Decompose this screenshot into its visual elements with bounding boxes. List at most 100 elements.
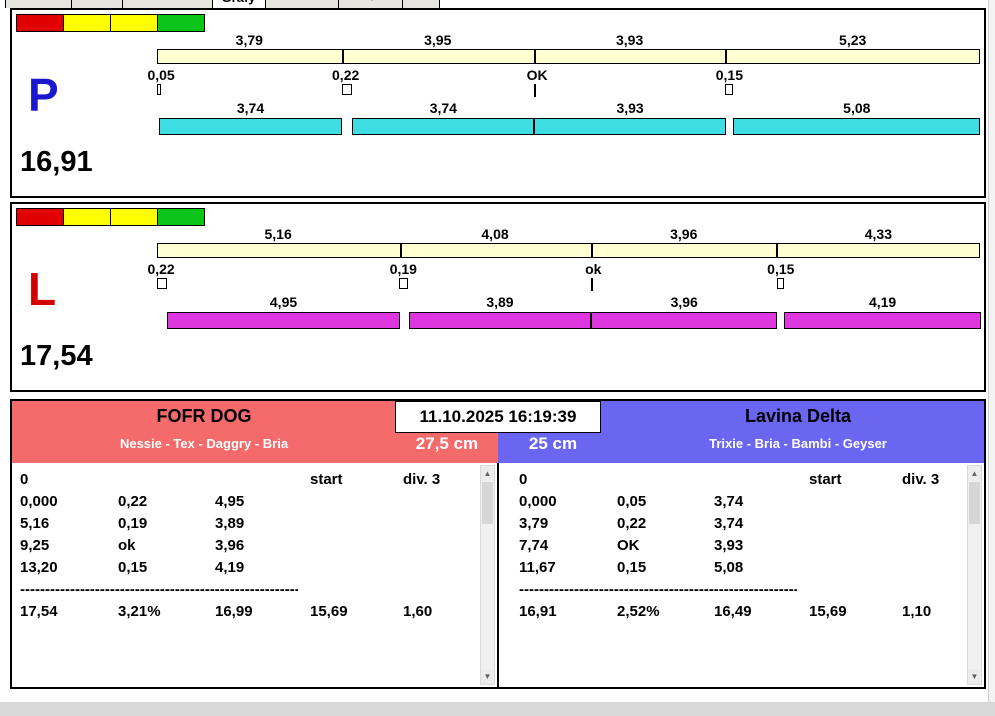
change-time-label: 0,15: [767, 261, 795, 277]
change-labels-row: 0,22 0,19 ok 0,15: [147, 261, 980, 277]
results-section: FOFR DOG Nessie - Tex - Daggry - Bria 27…: [10, 399, 986, 689]
split-time-label: 5,23: [839, 32, 867, 48]
dog-labels-row: 3,74 3,74 3,93 5,08: [157, 100, 980, 116]
window-right-edge: [988, 0, 995, 702]
dog-bar: [157, 312, 981, 329]
dog-time-label: 3,89: [486, 294, 514, 310]
split-time-label: 3,96: [670, 226, 698, 242]
dog-time-label: 3,93: [616, 100, 644, 116]
split-labels-row: 5,16 4,08 3,96 4,33: [157, 226, 980, 242]
tab-rozbeh[interactable]: Rozbeh: [5, 0, 72, 8]
dog-bar-segment: [352, 118, 535, 135]
table-cell: 13,20: [20, 559, 58, 576]
results-grid-right: 0 start div. 3 0,000 0,05 3,74 3,79 0,22 3,74 7,7…: [519, 471, 982, 625]
table-cell: 0: [20, 471, 29, 488]
table-cell: [714, 471, 809, 493]
table-cell: 0,15: [617, 559, 647, 576]
team-right-members: Trixie - Bria - Bambi - Geyser: [709, 436, 887, 451]
status-chip: [157, 208, 205, 226]
table-cell: [403, 537, 483, 559]
bar-tick: [590, 243, 593, 258]
total-bar: [157, 243, 980, 258]
dog-bar-segment: [408, 312, 592, 329]
dog-bar-segment: [167, 312, 400, 329]
tab-druzstva[interactable]: Druzstva: [264, 0, 340, 8]
table-cell: 3,74: [714, 515, 744, 532]
status-strip: [16, 14, 205, 32]
scroll-up-icon[interactable]: ▲: [968, 466, 981, 481]
table-cell: OK: [617, 537, 640, 554]
lane-panel-l: L 5,16 4,08 3,96 4,33 0,22 0,19 ok 0,15 4,95 3,…: [10, 202, 986, 392]
table-cell: 1,60: [403, 603, 433, 620]
team-left-jump-height: 27,5 cm: [415, 434, 479, 453]
table-cell: [215, 471, 310, 493]
team-right-name: Lavina Delta: [744, 406, 852, 426]
table-cell: 0,22: [617, 515, 647, 532]
change-time-label: OK: [526, 67, 548, 83]
split-time-label: 3,95: [424, 32, 452, 48]
change-time-label: 0,05: [147, 67, 175, 83]
split-time-label: 3,79: [235, 32, 263, 48]
change-time-label: 0,19: [389, 261, 417, 277]
tab-kombi-graf[interactable]: Kombi Graf: [121, 0, 213, 8]
window-bottom-edge: [0, 702, 995, 716]
dog-time-label: 3,96: [670, 294, 698, 310]
change-time-label: 0,22: [332, 67, 360, 83]
tab-de[interactable]: DE: [401, 0, 440, 8]
table-cell: [403, 493, 483, 515]
split-time-label: 4,08: [481, 226, 509, 242]
status-chip: [63, 14, 111, 32]
bar-tick: [399, 243, 402, 258]
table-cell: 16,91: [519, 603, 557, 620]
status-chip: [16, 208, 64, 226]
table-cell: 5,08: [714, 559, 744, 576]
status-chip: [157, 14, 205, 32]
change-markers-row: [157, 84, 980, 98]
table-cell: 11,67: [519, 559, 556, 576]
lane-total: 16,91: [20, 146, 93, 178]
results-panel-left: 0 start div. 3 0,000 0,22 4,95 5,16 0,19 3,89 9,2…: [12, 463, 499, 687]
scroll-down-icon[interactable]: ▼: [968, 669, 981, 684]
ok-marker: [533, 84, 536, 97]
results-panel-right: 0 start div. 3 0,000 0,05 3,74 3,79 0,22 3,74 7,7…: [501, 463, 984, 687]
table-cell: 0,000: [519, 493, 557, 510]
bar-tick: [534, 49, 536, 64]
table-cell: 2,52%: [617, 603, 660, 620]
scroll-thumb[interactable]: [482, 482, 493, 524]
bar-tick: [724, 49, 727, 64]
change-marker: [776, 278, 784, 289]
table-cell: 3,93: [714, 537, 744, 554]
table-cell: [809, 537, 902, 559]
scroll-down-icon[interactable]: ▼: [481, 669, 494, 684]
table-cell: ok: [118, 537, 136, 554]
tab-cidla[interactable]: Cidla: [70, 0, 123, 8]
change-labels-row: 0,05 0,22 OK 0,15: [147, 67, 980, 83]
status-strip: [16, 208, 205, 226]
tab-rr-34[interactable]: RR / 34: [338, 0, 403, 8]
results-tables: 0 start div. 3 0,000 0,22 4,95 5,16 0,19 3,89 9,2…: [12, 463, 984, 687]
teams-header: FOFR DOG Nessie - Tex - Daggry - Bria 27…: [12, 401, 984, 463]
scrollbar[interactable]: ▲ ▼: [480, 465, 495, 685]
tab-grafy[interactable]: Grafy: [211, 0, 266, 8]
dog-bar-segment: [534, 118, 726, 135]
scrollbar[interactable]: ▲ ▼: [967, 465, 982, 685]
scroll-up-icon[interactable]: ▲: [481, 466, 494, 481]
table-cell: 3,96: [215, 537, 245, 554]
table-cell: 16,99: [215, 603, 253, 620]
bar-tick: [342, 49, 345, 64]
table-cell: 3,89: [215, 515, 245, 532]
table-cell: [809, 559, 902, 581]
team-left-members: Nessie - Tex - Daggry - Bria: [119, 436, 289, 451]
change-time-label: ok: [585, 261, 602, 277]
dog-bar-segment: [733, 118, 981, 135]
bar-tick: [776, 243, 779, 258]
dog-time-label: 5,08: [843, 100, 871, 116]
table-cell: [118, 471, 215, 493]
ok-marker: [590, 278, 593, 291]
timestamp: 11.10.2025 16:19:39: [395, 401, 601, 433]
scroll-thumb[interactable]: [969, 482, 980, 524]
status-chip: [16, 14, 64, 32]
table-cell: [310, 559, 403, 581]
table-cell: 0: [519, 471, 528, 488]
dog-time-label: 4,19: [868, 294, 897, 310]
